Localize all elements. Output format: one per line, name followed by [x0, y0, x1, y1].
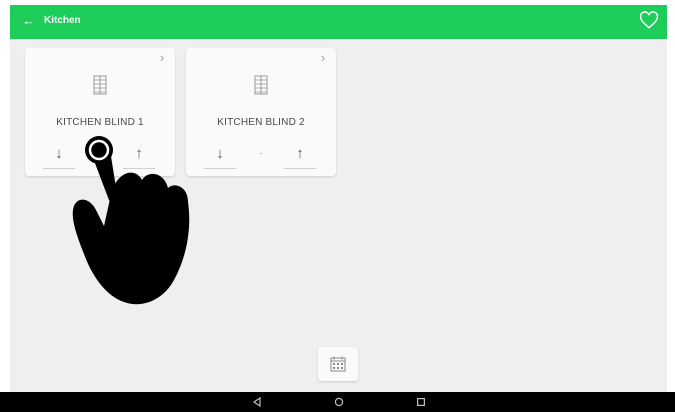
recents-square-icon[interactable] [414, 395, 428, 409]
page-title: Kitchen [44, 15, 81, 26]
chevron-right-icon[interactable]: › [316, 50, 330, 65]
header-bar: ← Kitchen [10, 5, 667, 39]
system-navigation-bar [0, 392, 675, 412]
arrow-left-icon[interactable]: ← [22, 13, 36, 29]
chevron-right-icon[interactable]: › [155, 50, 169, 65]
device-name: KITCHEN BLIND 1 [56, 117, 144, 128]
device-name: KITCHEN BLIND 2 [217, 117, 305, 128]
blind-stop-button[interactable]: · [258, 149, 264, 159]
device-card-kitchen-blind-2[interactable]: › KITCHEN BLIND 2 ↓ · ↑ [186, 48, 336, 176]
blind-up-button[interactable]: ↑ [284, 142, 316, 169]
schedule-button[interactable] [318, 347, 358, 381]
heart-outline-icon[interactable] [639, 11, 659, 31]
pointing-hand-icon [72, 136, 190, 305]
back-triangle-icon[interactable] [250, 395, 264, 409]
calendar-icon [330, 356, 346, 372]
blind-icon [254, 75, 268, 95]
home-circle-icon[interactable] [332, 395, 346, 409]
blind-icon [93, 75, 107, 95]
blind-down-button[interactable]: ↓ [204, 142, 236, 169]
